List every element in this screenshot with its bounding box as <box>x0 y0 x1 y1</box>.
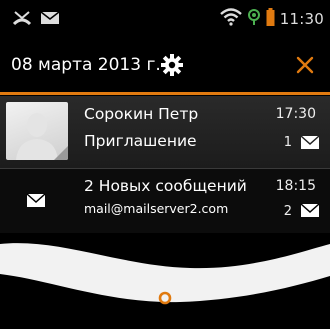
notification-title: 2 Новых сообщений <box>84 177 247 195</box>
settings-button[interactable] <box>159 52 185 78</box>
notification-subtitle: Приглашение <box>84 132 197 150</box>
notification-count: 1 <box>283 135 292 150</box>
close-button[interactable] <box>292 52 318 78</box>
header-date: 08 марта 2013 г. <box>11 55 161 75</box>
notification-item-1[interactable]: Сорокин Петр Приглашение 17:30 1 <box>0 96 330 168</box>
envelope-icon <box>40 10 60 30</box>
close-icon <box>296 56 314 74</box>
status-bar: 11:30 <box>0 0 330 38</box>
notification-time: 17:30 <box>275 106 316 122</box>
wifi-icon <box>219 8 242 30</box>
circle-icon <box>158 291 172 305</box>
panel-header: 08 марта 2013 г. <box>0 40 330 91</box>
notification-time: 18:15 <box>275 178 316 194</box>
header-divider <box>0 92 330 95</box>
signal-icon <box>247 8 261 30</box>
status-time: 11:30 <box>279 10 324 28</box>
avatar <box>6 102 68 160</box>
drag-handle[interactable] <box>158 290 172 305</box>
notification-title: Сорокин Петр <box>84 105 199 123</box>
notification-count: 2 <box>283 204 292 219</box>
gear-icon <box>161 54 183 76</box>
notification-subtitle: mail@mailserver2.com <box>84 201 229 216</box>
envelope-icon <box>300 203 320 222</box>
envelope-icon <box>300 135 320 154</box>
wave-decoration <box>0 243 330 303</box>
missed-call-icon <box>12 9 32 31</box>
notification-item-2[interactable]: 2 Новых сообщений mail@mailserver2.com 1… <box>0 169 330 233</box>
envelope-icon <box>26 193 46 212</box>
battery-low-icon <box>266 8 275 30</box>
notification-panel: 11:30 08 марта 2013 г. Сорокин Петр Приг… <box>0 0 330 329</box>
